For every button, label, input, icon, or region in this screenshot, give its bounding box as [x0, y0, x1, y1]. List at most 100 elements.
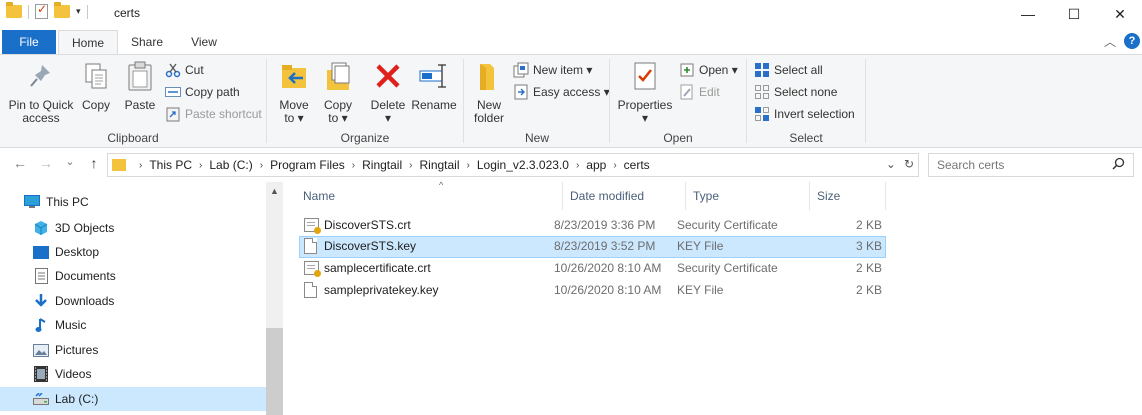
- column-divider[interactable]: [885, 182, 886, 210]
- up-button[interactable]: ↑: [84, 155, 104, 171]
- cut-button[interactable]: Cut: [165, 62, 204, 78]
- sidebar-item-desktop[interactable]: Desktop: [0, 240, 266, 264]
- tab-file[interactable]: File: [2, 30, 56, 54]
- sidebar-item-this-pc[interactable]: This PC: [0, 190, 266, 214]
- breadcrumb-program-files[interactable]: Program Files: [270, 158, 345, 172]
- column-divider[interactable]: [809, 182, 810, 210]
- column-divider[interactable]: [562, 182, 563, 210]
- chevron-right-icon[interactable]: ›: [260, 160, 263, 171]
- navpane-scrollbar[interactable]: ▲: [266, 182, 283, 415]
- sidebar-item-lab-c[interactable]: Lab (C:): [0, 387, 266, 411]
- delete-icon: [372, 59, 404, 93]
- open-button[interactable]: Open ▾: [679, 62, 738, 78]
- new-item-icon: [513, 62, 529, 78]
- rename-label: Rename: [411, 98, 457, 112]
- scroll-thumb[interactable]: [266, 328, 283, 415]
- toolbar-divider: [28, 4, 29, 19]
- paste-button[interactable]: Paste: [120, 59, 160, 112]
- refresh-icon[interactable]: ↻: [904, 157, 914, 171]
- new-folder-button[interactable]: New folder: [469, 59, 509, 125]
- search-box[interactable]: Search certs: [928, 153, 1134, 177]
- column-header-date[interactable]: Date modified: [564, 182, 686, 210]
- select-all-label: Select all: [774, 63, 823, 77]
- select-group-label: Select: [789, 131, 823, 145]
- help-button[interactable]: ?: [1124, 33, 1140, 49]
- collapse-ribbon-icon[interactable]: ︿: [1104, 33, 1116, 50]
- select-all-icon: [754, 62, 770, 78]
- move-to-icon: [278, 59, 310, 93]
- properties-icon[interactable]: [35, 2, 48, 19]
- breadcrumb-ringtail[interactable]: Ringtail: [362, 158, 402, 172]
- close-button[interactable]: ✕: [1097, 0, 1142, 28]
- easy-access-button[interactable]: Easy access ▾: [513, 84, 610, 100]
- move-to-button[interactable]: Move to ▾: [274, 59, 314, 125]
- chevron-right-icon[interactable]: ›: [199, 160, 202, 171]
- address-bar[interactable]: › This PC › Lab (C:) › Program Files › R…: [107, 153, 919, 177]
- address-dropdown-icon[interactable]: ⌄: [886, 157, 896, 171]
- table-row[interactable]: DiscoverSTS.key 8/23/2019 3:52 PM KEY Fi…: [299, 236, 886, 258]
- sidebar-item-documents[interactable]: Documents: [0, 264, 266, 288]
- recent-locations-button[interactable]: ⌄: [60, 155, 80, 168]
- file-size: 3 KB: [855, 239, 882, 253]
- forward-button[interactable]: →: [36, 155, 56, 171]
- qat-dropdown-icon[interactable]: ▾: [76, 6, 81, 17]
- delete-button[interactable]: Delete ▾: [368, 59, 408, 125]
- breadcrumb-ringtail-2[interactable]: Ringtail: [419, 158, 459, 172]
- new-folder-icon[interactable]: [54, 2, 70, 18]
- breadcrumb-this-pc[interactable]: This PC: [149, 158, 192, 172]
- minimize-button[interactable]: —: [1005, 0, 1051, 28]
- rename-button[interactable]: Rename: [410, 59, 458, 112]
- column-header-size[interactable]: Size: [811, 182, 885, 210]
- group-divider: [865, 59, 866, 143]
- breadcrumb-login[interactable]: Login_v2.3.023.0: [477, 158, 569, 172]
- copy-path-button[interactable]: Copy path: [165, 84, 240, 100]
- table-row[interactable]: DiscoverSTS.crt 8/23/2019 3:36 PM Securi…: [299, 215, 886, 237]
- table-row[interactable]: sampleprivatekey.key 10/26/2020 8:10 AM …: [299, 280, 886, 302]
- invert-selection-button[interactable]: Invert selection: [754, 106, 855, 122]
- select-none-button[interactable]: Select none: [754, 84, 837, 100]
- pc-icon: [24, 194, 40, 210]
- cut-label: Cut: [185, 63, 204, 77]
- chevron-right-icon[interactable]: ›: [613, 160, 616, 171]
- breadcrumb-lab-c[interactable]: Lab (C:): [209, 158, 252, 172]
- folder-icon[interactable]: [6, 2, 22, 18]
- properties-icon: [629, 59, 661, 93]
- copy-button[interactable]: Copy: [78, 59, 114, 112]
- pin-to-quick-access-button[interactable]: Pin to Quick access: [6, 59, 76, 125]
- chevron-right-icon[interactable]: ›: [409, 160, 412, 171]
- paste-shortcut-icon: [165, 106, 181, 122]
- back-button[interactable]: ←: [10, 155, 30, 171]
- tab-view[interactable]: View: [180, 30, 228, 54]
- sidebar-item-label: Documents: [55, 269, 116, 283]
- chevron-right-icon[interactable]: ›: [576, 160, 579, 171]
- sidebar-item-music[interactable]: Music: [0, 313, 266, 337]
- maximize-button[interactable]: ☐: [1051, 0, 1097, 28]
- scroll-up-icon[interactable]: ▲: [270, 186, 279, 196]
- table-row[interactable]: samplecertificate.crt 10/26/2020 8:10 AM…: [299, 258, 886, 280]
- breadcrumb-app[interactable]: app: [586, 158, 606, 172]
- tab-share[interactable]: Share: [122, 30, 172, 54]
- edit-button[interactable]: Edit: [679, 84, 720, 100]
- breadcrumb-certs[interactable]: certs: [624, 158, 650, 172]
- search-input[interactable]: Search certs: [937, 158, 1004, 172]
- sidebar-item-videos[interactable]: Videos: [0, 362, 266, 386]
- column-header-type[interactable]: Type: [687, 182, 811, 210]
- copy-to-button[interactable]: Copy to ▾: [318, 59, 358, 125]
- new-item-button[interactable]: New item ▾: [513, 62, 592, 78]
- sidebar-item-downloads[interactable]: Downloads: [0, 289, 266, 313]
- new-group-label: New: [524, 131, 549, 145]
- paste-shortcut-button[interactable]: Paste shortcut: [165, 106, 262, 122]
- file-type: Security Certificate: [677, 261, 778, 275]
- chevron-right-icon[interactable]: ›: [352, 160, 355, 171]
- sidebar-item-3d-objects[interactable]: 3D Objects: [0, 216, 266, 240]
- sidebar-item-pictures[interactable]: Pictures: [0, 338, 266, 362]
- column-divider[interactable]: [685, 182, 686, 210]
- chevron-right-icon[interactable]: ›: [467, 160, 470, 171]
- file-size: 2 KB: [855, 261, 882, 275]
- column-header-name[interactable]: Name ^: [297, 180, 565, 210]
- tab-home[interactable]: Home: [58, 30, 118, 55]
- search-icon[interactable]: [1112, 157, 1125, 173]
- properties-button[interactable]: Properties ▾: [615, 59, 675, 125]
- open-label: Open ▾: [699, 63, 738, 77]
- select-all-button[interactable]: Select all: [754, 62, 823, 78]
